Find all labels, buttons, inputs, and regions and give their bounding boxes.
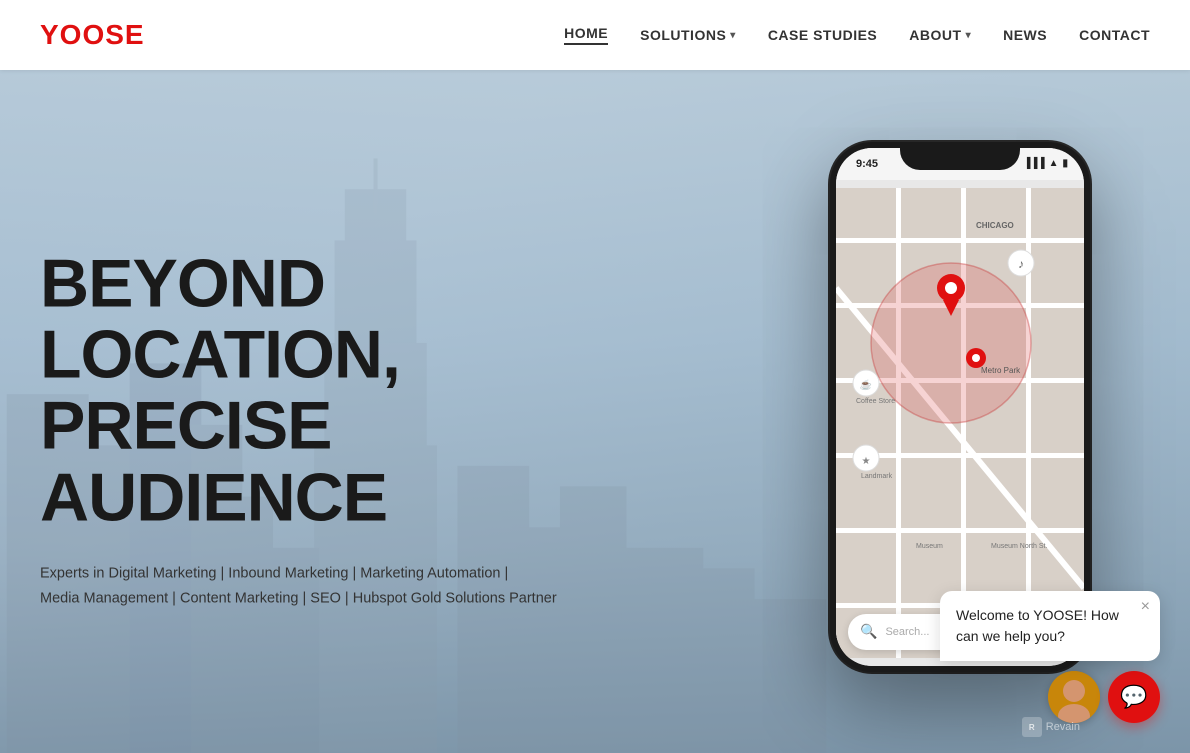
navbar: YOOSE HOME SOLUTIONS ▾ CASE STUDIES ABOU… [0, 0, 1190, 70]
phone-screen: 9:45 ▐▐▐ ▲ ▮ [836, 148, 1084, 666]
revain-logo-icon: R [1022, 717, 1042, 737]
nav-links: HOME SOLUTIONS ▾ CASE STUDIES ABOUT ▾ NE… [564, 25, 1150, 45]
nav-news[interactable]: NEWS [1003, 27, 1047, 43]
svg-text:Metro Park: Metro Park [981, 366, 1021, 375]
chat-bubble: × Welcome to YOOSE! How can we help you? [940, 591, 1160, 661]
phone-search-placeholder: Search... [885, 626, 929, 638]
nav-solutions[interactable]: SOLUTIONS ▾ [640, 27, 736, 43]
brand-logo[interactable]: YOOSE [40, 19, 145, 51]
chat-speech-icon: 💬 [1120, 684, 1147, 710]
chat-close-button[interactable]: × [1141, 599, 1150, 615]
wifi-icon: ▲ [1049, 158, 1059, 169]
revain-label: Revain [1046, 721, 1080, 733]
phone-search-icon: 🔍 [860, 623, 877, 640]
revain-badge: R Revain [1022, 717, 1080, 737]
svg-text:★: ★ [862, 456, 871, 467]
hero-content: BEYOND LOCATION, PRECISE AUDIENCE Expert… [40, 248, 660, 611]
nav-about[interactable]: ABOUT ▾ [909, 27, 971, 43]
hero-title: BEYOND LOCATION, PRECISE AUDIENCE [40, 248, 660, 534]
chat-widget: × Welcome to YOOSE! How can we help you?… [940, 591, 1160, 723]
chat-agent-avatar [1048, 671, 1100, 723]
phone-notch [900, 142, 1020, 170]
battery-icon: ▮ [1062, 158, 1068, 169]
phone-time: 9:45 [856, 158, 878, 170]
svg-text:Museum North St.: Museum North St. [991, 543, 1047, 550]
svg-text:♪: ♪ [1018, 257, 1024, 271]
nav-case-studies[interactable]: CASE STUDIES [768, 27, 877, 43]
svg-text:Museum: Museum [916, 543, 943, 550]
chat-open-button[interactable]: 💬 [1108, 671, 1160, 723]
solutions-chevron-icon: ▾ [730, 30, 736, 41]
chat-message: Welcome to YOOSE! How can we help you? [956, 607, 1119, 644]
hero-section: BEYOND LOCATION, PRECISE AUDIENCE Expert… [0, 70, 1190, 753]
svg-text:Coffee Store: Coffee Store [856, 398, 895, 405]
status-icons: ▐▐▐ ▲ ▮ [1023, 158, 1068, 169]
svg-text:Landmark: Landmark [861, 473, 893, 480]
about-chevron-icon: ▾ [966, 30, 972, 41]
signal-icon: ▐▐▐ [1023, 158, 1044, 169]
svg-text:☕: ☕ [860, 378, 872, 391]
chat-avatar-row: 💬 [1048, 671, 1160, 723]
nav-home[interactable]: HOME [564, 25, 608, 45]
nav-contact[interactable]: CONTACT [1079, 27, 1150, 43]
hero-subtitle: Experts in Digital Marketing | Inbound M… [40, 562, 660, 611]
svg-text:CHICAGO: CHICAGO [976, 221, 1014, 230]
